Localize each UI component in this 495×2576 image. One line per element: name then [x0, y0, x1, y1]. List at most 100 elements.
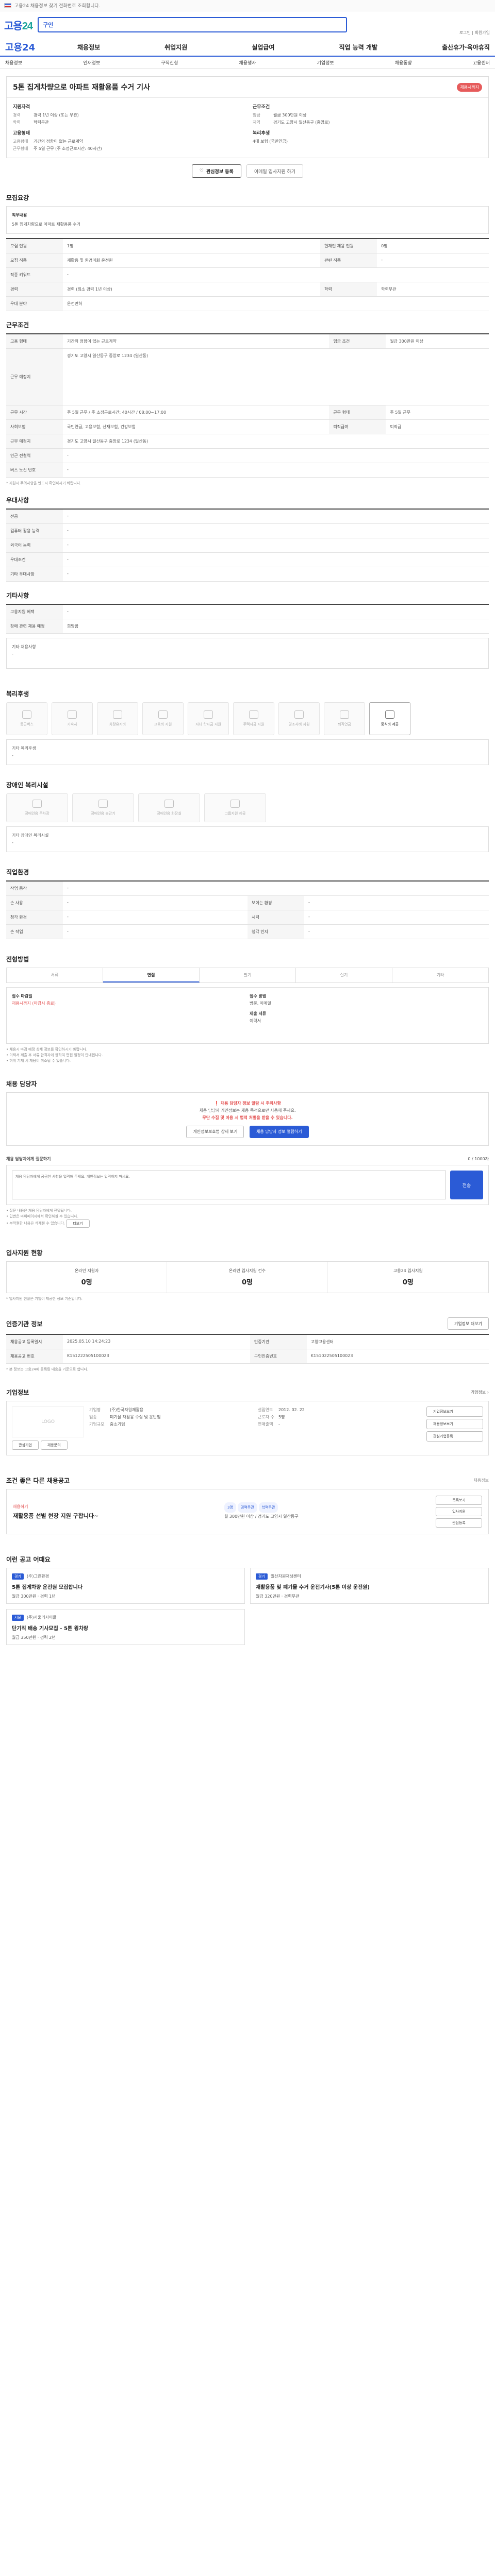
- gnb-item-parental[interactable]: 출산휴가·육아휴직: [442, 43, 490, 52]
- inquiry-send-button[interactable]: 전송: [450, 1171, 483, 1199]
- subnav-item[interactable]: 채용정보: [5, 59, 22, 66]
- stat-label: 온라인 지원자: [74, 1268, 99, 1273]
- korea-flag-icon: [4, 3, 11, 8]
- manager-section-title: 채용 담당자: [6, 1080, 37, 1088]
- subnav-item[interactable]: 기업정보: [317, 59, 334, 66]
- tab-interview[interactable]: 면접: [103, 968, 200, 982]
- deadline-badge: 채용시까지: [457, 82, 482, 92]
- company-link[interactable]: 기업정보 ›: [471, 1389, 489, 1395]
- view-manager-button[interactable]: 채용 담당자 정보 열람하기: [250, 1126, 309, 1138]
- job-card[interactable]: 경기 (주)그린환경 5톤 집게차량 운전원 모집합니다 월급 300만원 · 경…: [6, 1568, 245, 1604]
- tile-label: 퇴직연금: [338, 722, 351, 726]
- table-key: 근무 예정지: [6, 348, 63, 405]
- kv-value: 중소기업: [110, 1422, 125, 1427]
- job-summary-card: 5톤 집게차량으로 아파트 재활용품 수거 기사 채용시까지 지원자격 경력 경력…: [6, 76, 489, 158]
- gnb-item-jobs[interactable]: 채용정보: [77, 43, 100, 52]
- table-key: 보이는 환경: [248, 895, 304, 910]
- card-title: 5톤 집게차량 운전원 모집합니다: [12, 1585, 83, 1590]
- card-title: 재활용품 및 폐기물 수거 운전기사(5톤 이상 운전원): [256, 1585, 370, 1590]
- stat-item: 온라인 지원자 0명: [7, 1262, 168, 1293]
- table-row: 근무 시간 주 5일 근무 / 주 소정근로시간: 40시간 / 08:00~17…: [6, 405, 489, 420]
- similar-info: 월 300만원 이상 / 경기도 고양시 일산동구: [224, 1514, 299, 1519]
- search-category-select[interactable]: 구인: [43, 21, 53, 29]
- tab-written[interactable]: 필기: [200, 968, 296, 982]
- table-row: 모집 인원 1명 현재인 채용 인원 0명: [6, 239, 489, 253]
- stat-label: 고용24 입사지원: [393, 1268, 423, 1273]
- table-key: 사회보험: [6, 419, 63, 434]
- stat-item: 고용24 입사지원 0명: [328, 1262, 488, 1293]
- job-description-box: 직무내용 5톤 집게차량으로 아파트 재활용품 수거: [6, 206, 489, 234]
- top-links[interactable]: 로그인 | 회원가입: [459, 30, 490, 36]
- list-button[interactable]: 목록보기: [436, 1496, 482, 1505]
- company-more-button[interactable]: 기업정보 더보기: [447, 1317, 489, 1330]
- privacy-detail-button[interactable]: 개인정보보호법 상세 보기: [186, 1126, 244, 1138]
- stat-label: 온라인 입사지원 건수: [228, 1268, 266, 1273]
- similar-job-card[interactable]: 채용하기 재활용품 선별 현장 지원 구합니다~ 3명 경력무관 학력무관 월 30…: [6, 1489, 489, 1534]
- info-header: 인증기관 정보 기업정보 더보기: [6, 1317, 489, 1330]
- kv-key: 근로자 수: [258, 1415, 274, 1419]
- subnav-item[interactable]: 인재정보: [83, 59, 100, 66]
- table-value: 경기도 고양시 일산동구 중앙로 1234 (일산동): [63, 348, 489, 405]
- favorite-button[interactable]: 관심등록: [436, 1518, 482, 1528]
- similar-sub[interactable]: 채용정보: [474, 1478, 489, 1483]
- table-value: -: [63, 509, 489, 524]
- gnb-item-support[interactable]: 취업지원: [164, 43, 187, 52]
- search-input[interactable]: 구인: [38, 17, 348, 32]
- table-value: 고양고용센터: [306, 1334, 489, 1349]
- subnav-item[interactable]: 구직신청: [161, 59, 178, 66]
- company-inquiry-button[interactable]: 채용문의: [40, 1440, 68, 1450]
- table-key: 손 사용: [6, 895, 63, 910]
- table-value: -: [377, 253, 489, 268]
- stats-note: * 입사지원 현황은 기업이 제공한 정보 기준입니다.: [6, 1297, 82, 1301]
- table-key: 시력: [248, 910, 304, 925]
- gnb-brand[interactable]: 고용24: [5, 40, 77, 54]
- gnb-item-training[interactable]: 직업 능력 개발: [339, 43, 377, 52]
- piggy-bank-icon: [340, 710, 349, 719]
- similar-heading: 재활용품 선별 현장 지원 구합니다~: [13, 1512, 99, 1519]
- table-key: 경력: [6, 282, 63, 297]
- interest-register-button[interactable]: ♡ 관심정보 등록: [191, 164, 241, 178]
- stats-section-title: 입사지원 현황: [6, 1249, 43, 1257]
- subnav-item[interactable]: 채용동향: [395, 59, 412, 66]
- inquiry-textarea[interactable]: [12, 1171, 446, 1199]
- notice-warning: 무단 수집 및 이용 시 법적 처벌을 받을 수 있습니다.: [202, 1115, 293, 1120]
- table-row: 고용지원 혜택 -: [6, 604, 489, 619]
- table-key: 근무 시간: [6, 405, 63, 420]
- company-view-button[interactable]: 기업정보보기: [426, 1406, 483, 1417]
- table-value: -: [63, 895, 248, 910]
- email-apply-button[interactable]: 이메일 입사지원 하기: [246, 164, 304, 178]
- table-value: -: [63, 924, 248, 939]
- house-icon: [249, 710, 258, 719]
- inquiry-more-button[interactable]: 더보기: [66, 1219, 90, 1228]
- site-logo[interactable]: 고용24: [4, 18, 33, 32]
- table-row: 기타 우대사항 -: [6, 567, 489, 582]
- others-cards: 경기 (주)그린환경 5톤 집게차량 운전원 모집합니다 월급 300만원 · 경…: [6, 1568, 489, 1645]
- region-tag: 서울: [12, 1615, 24, 1621]
- interest-company-button[interactable]: 관심기업: [12, 1440, 39, 1450]
- job-card[interactable]: 서울 (주)서울리사이클 단기직 배송 기사모집 - 5톤 윙차량 월급 350만…: [6, 1609, 245, 1645]
- restroom-icon: [164, 800, 174, 808]
- inquiry-title: 채용 담당자에게 질문하기: [6, 1157, 51, 1161]
- summary-group-title: 근무조건: [253, 105, 270, 110]
- support-icon: [230, 800, 240, 808]
- apply-button[interactable]: 입사지원: [436, 1507, 482, 1516]
- table-key: 퇴직급여: [329, 419, 386, 434]
- table-value: K151222505100023: [63, 1349, 250, 1364]
- tab-document[interactable]: 서류: [7, 968, 103, 982]
- tab-practical[interactable]: 실기: [296, 968, 392, 982]
- company-jobs-button[interactable]: 채용정보보기: [426, 1419, 483, 1429]
- kv-value: -: [278, 1422, 280, 1427]
- table-row: 사회보험 국민연금, 고용보험, 산재보험, 건강보험 퇴직급여 퇴직금: [6, 419, 489, 434]
- company-favorite-button[interactable]: 관심기업등록: [426, 1431, 483, 1442]
- subnav-item[interactable]: 채용행사: [239, 59, 256, 66]
- table-row: 경력 경력 (최소 경력 1년 이상) 학력 학력무관: [6, 282, 489, 297]
- tab-etc[interactable]: 기타: [392, 968, 488, 982]
- table-key: 관련 직종: [320, 253, 377, 268]
- job-card[interactable]: 경기 일산자원재생센터 재활용품 및 폐기물 수거 운전기사(5톤 이상 운전원)…: [250, 1568, 489, 1604]
- method-section-title: 전형방법: [6, 956, 29, 963]
- subnav-item[interactable]: 고용센터: [473, 59, 490, 66]
- gnb-item-benefit[interactable]: 실업급여: [252, 43, 274, 52]
- summary-group-title: 지원자격: [13, 105, 30, 110]
- recruit-table: 모집 인원 1명 현재인 채용 인원 0명 모집 직종 재활용 및 환경미화 운전원 관련…: [6, 238, 489, 311]
- similar-label: 채용하기: [13, 1504, 28, 1509]
